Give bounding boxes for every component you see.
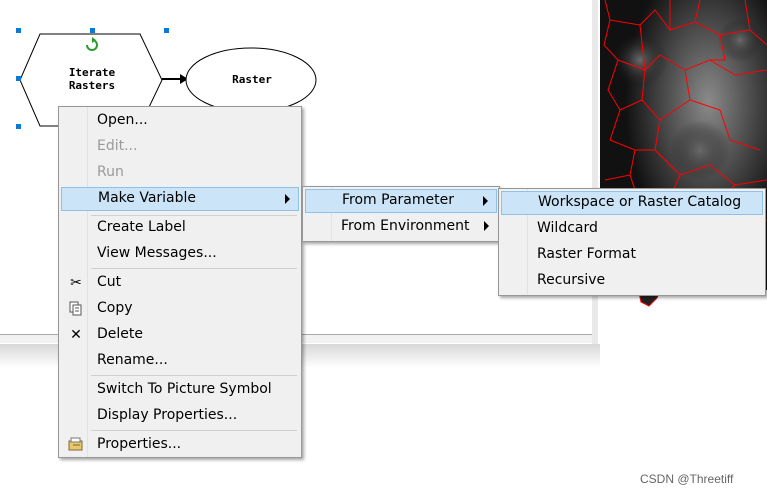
iterate-icon bbox=[86, 37, 98, 51]
menu-item-label: Rename... bbox=[97, 352, 168, 368]
menu-item-raster-format[interactable]: Raster Format bbox=[501, 243, 763, 267]
iterate-label-line1: Iterate bbox=[68, 66, 116, 79]
menu-item-workspace-raster-catalog[interactable]: Workspace or Raster Catalog bbox=[501, 191, 763, 215]
menu-separator bbox=[91, 268, 297, 269]
menu-item-label: Properties... bbox=[97, 436, 182, 452]
menu-item-copy[interactable]: Copy bbox=[61, 297, 299, 321]
menu-item-label: From Parameter bbox=[342, 192, 454, 208]
menu-item-label: View Messages... bbox=[97, 245, 217, 261]
from-parameter-submenu: Workspace or Raster Catalog Wildcard Ras… bbox=[498, 188, 766, 296]
iterate-node-label: Iterate Rasters bbox=[48, 66, 136, 92]
menu-item-delete[interactable]: ✕ Delete bbox=[61, 323, 299, 347]
make-variable-submenu: From Parameter From Environment bbox=[302, 186, 500, 242]
menu-item-cut[interactable]: ✂ Cut bbox=[61, 271, 299, 295]
watermark: CSDN @Threetiff bbox=[640, 472, 734, 486]
scissors-icon: ✂ bbox=[70, 275, 82, 291]
context-menu: Open... Edit... Run Make Variable Create… bbox=[58, 106, 302, 458]
menu-item-open[interactable]: Open... bbox=[61, 109, 299, 133]
selection-handle[interactable] bbox=[16, 76, 21, 81]
menu-item-run[interactable]: Run bbox=[61, 161, 299, 185]
submenu-arrow-icon bbox=[484, 221, 489, 231]
properties-icon bbox=[67, 436, 85, 454]
menu-item-make-variable[interactable]: Make Variable bbox=[61, 187, 299, 211]
menu-item-switch-picture-symbol[interactable]: Switch To Picture Symbol bbox=[61, 378, 299, 402]
menu-item-label: Copy bbox=[97, 300, 133, 316]
copy-icon bbox=[67, 300, 85, 318]
menu-item-edit[interactable]: Edit... bbox=[61, 135, 299, 159]
menu-item-label: Edit... bbox=[97, 138, 138, 154]
menu-item-from-parameter[interactable]: From Parameter bbox=[305, 189, 497, 213]
menu-separator bbox=[91, 430, 297, 431]
menu-item-label: Make Variable bbox=[98, 190, 197, 206]
menu-item-properties[interactable]: Properties... bbox=[61, 433, 299, 457]
menu-item-wildcard[interactable]: Wildcard bbox=[501, 217, 763, 241]
menu-item-create-label[interactable]: Create Label bbox=[61, 216, 299, 240]
menu-item-label: From Environment bbox=[341, 218, 470, 234]
menu-item-recursive[interactable]: Recursive bbox=[501, 269, 763, 293]
iterate-label-line2: Rasters bbox=[68, 79, 116, 92]
raster-node-label: Raster bbox=[232, 73, 272, 86]
menu-item-label: Raster Format bbox=[537, 246, 636, 262]
selection-handle[interactable] bbox=[16, 28, 21, 33]
menu-item-label: Wildcard bbox=[537, 220, 598, 236]
menu-item-view-messages[interactable]: View Messages... bbox=[61, 242, 299, 266]
submenu-arrow-icon bbox=[285, 194, 290, 204]
menu-separator bbox=[91, 375, 297, 376]
selection-handle[interactable] bbox=[164, 28, 169, 33]
menu-item-label: Open... bbox=[97, 112, 148, 128]
submenu-arrow-icon bbox=[483, 196, 488, 206]
menu-item-label: Cut bbox=[97, 274, 122, 290]
menu-item-label: Workspace or Raster Catalog bbox=[538, 194, 742, 210]
menu-item-label: Recursive bbox=[537, 272, 606, 288]
menu-item-label: Run bbox=[97, 164, 124, 180]
menu-item-label: Switch To Picture Symbol bbox=[97, 381, 272, 397]
menu-item-label: Delete bbox=[97, 326, 143, 342]
menu-item-from-environment[interactable]: From Environment bbox=[305, 215, 497, 239]
menu-item-label: Display Properties... bbox=[97, 407, 238, 423]
menu-item-rename[interactable]: Rename... bbox=[61, 349, 299, 373]
menu-item-label: Create Label bbox=[97, 219, 186, 235]
menu-item-display-properties[interactable]: Display Properties... bbox=[61, 404, 299, 428]
selection-handle[interactable] bbox=[90, 28, 95, 33]
delete-x-icon: ✕ bbox=[70, 327, 82, 343]
selection-handle[interactable] bbox=[16, 124, 21, 129]
